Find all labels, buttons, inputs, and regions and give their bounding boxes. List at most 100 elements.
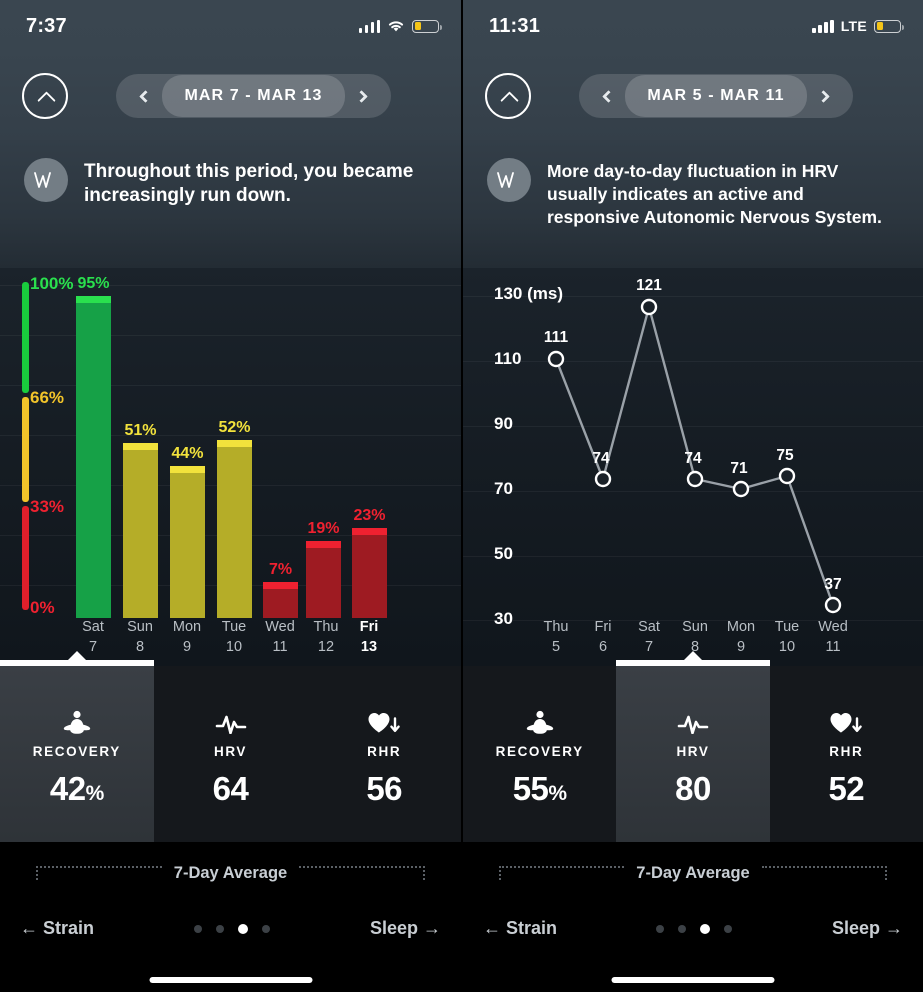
average-label: 7-Day Average — [636, 863, 750, 882]
date-range-label[interactable]: MAR 7 - MAR 13 — [162, 75, 345, 117]
cellular-signal-icon — [812, 19, 834, 33]
page-dot-active[interactable] — [700, 923, 711, 934]
home-indicator[interactable] — [149, 977, 312, 983]
data-point-wed-11 — [824, 596, 842, 614]
hrv-line-chart[interactable]: 130 (ms) 110 90 70 50 30 111 74 121 74 7… — [463, 268, 923, 666]
next-week-button[interactable] — [807, 74, 843, 118]
metric-value: 42% — [50, 770, 104, 808]
bar-value-label: 44% — [171, 445, 204, 462]
metric-value: 56 — [366, 770, 402, 808]
bar-body — [123, 450, 158, 618]
x-label-date: 11 — [825, 638, 841, 655]
point-label-wed-11: 37 — [824, 576, 842, 593]
whoop-mark — [497, 171, 514, 188]
bar-cap — [306, 541, 341, 548]
x-label-day: Tue — [774, 619, 800, 635]
x-label-date: 11 — [272, 638, 288, 655]
page-dot-active[interactable] — [237, 923, 248, 934]
x-label-date: 9 — [182, 638, 192, 655]
bar-tue-10[interactable]: 52% — [217, 419, 252, 618]
x-label-day: Wed — [265, 619, 295, 635]
insight-message: Throughout this period, you became incre… — [84, 161, 414, 206]
metric-tab-recovery[interactable]: RECOVERY 55% — [463, 666, 616, 842]
previous-week-button[interactable] — [126, 74, 162, 118]
x-label-tue-10: Tue 10 — [210, 618, 258, 657]
bar-sun-8[interactable]: 51% — [123, 422, 158, 618]
x-label-date: 10 — [225, 638, 243, 655]
metric-number: 42 — [49, 770, 86, 807]
x-label-date: 13 — [360, 638, 378, 655]
point-label-sat-7: 121 — [636, 277, 662, 294]
page-dot[interactable] — [261, 924, 270, 933]
bar-fri-13[interactable]: 23% — [352, 507, 387, 618]
point-label-fri-6: 74 — [592, 450, 610, 467]
heart-down-icon — [367, 706, 401, 740]
recovery-bar-chart[interactable]: 100% 66% 33% 0% 95% 51% 44% 52% 7% 19% 2… — [0, 268, 461, 666]
strain-link[interactable]: ← Strain — [20, 918, 94, 939]
bar-body — [306, 548, 341, 618]
page-dot[interactable] — [678, 924, 687, 933]
metric-tab-recovery[interactable]: RECOVERY 42% — [0, 660, 154, 842]
page-dot[interactable] — [215, 924, 224, 933]
bar-thu-12[interactable]: 19% — [306, 520, 341, 618]
x-label-mon-9: Mon 9 — [163, 618, 211, 657]
x-label-date: 12 — [317, 638, 335, 655]
selected-tab-indicator — [616, 660, 770, 666]
insight-banner: More day-to-day fluctuation in HRV usual… — [463, 140, 923, 268]
recovery-screen: 7:37 MAR 7 - MAR 13 Throughout this peri… — [0, 0, 461, 992]
metric-tab-hrv[interactable]: HRV 80 — [616, 660, 770, 842]
date-range-label[interactable]: MAR 5 - MAR 11 — [625, 75, 807, 117]
x-label-date: 7 — [644, 638, 654, 655]
chevron-right-icon — [354, 89, 368, 103]
bar-wed-11[interactable]: 7% — [263, 561, 298, 618]
metric-number: 80 — [675, 770, 711, 807]
insight-banner: Throughout this period, you became incre… — [0, 140, 461, 268]
next-week-button[interactable] — [345, 74, 381, 118]
x-label-thu-12: Thu 12 — [302, 618, 350, 657]
x-label-day: Mon — [726, 619, 756, 635]
bar-sat-7[interactable]: 95% — [76, 275, 111, 618]
point-label-mon-9: 71 — [730, 460, 748, 477]
metric-tab-hrv[interactable]: HRV 64 — [154, 666, 308, 842]
metric-tabs: RECOVERY 42% HRV 64 RHR 56 — [0, 660, 461, 842]
selected-tab-indicator — [0, 660, 154, 666]
metric-number: 52 — [828, 770, 865, 807]
x-label-day: Sat — [82, 619, 104, 635]
metric-tab-rhr[interactable]: RHR 52 — [770, 666, 923, 842]
bar-mon-9[interactable]: 44% — [170, 445, 205, 618]
sleep-link[interactable]: Sleep → — [832, 918, 903, 939]
date-navigator: MAR 5 - MAR 11 — [531, 74, 901, 118]
cellular-signal-icon — [358, 19, 380, 33]
page-dot[interactable] — [724, 924, 733, 933]
metric-tab-rhr[interactable]: RHR 56 — [307, 666, 461, 842]
bar-body — [263, 589, 298, 618]
gauge-green-zone — [22, 282, 29, 393]
x-label-day: Mon — [172, 619, 202, 635]
date-pill: MAR 7 - MAR 13 — [116, 74, 391, 118]
collapse-button[interactable] — [22, 73, 68, 119]
divider-line-left — [499, 866, 625, 880]
collapse-button[interactable] — [485, 73, 531, 119]
x-label-day: Fri — [359, 619, 379, 635]
average-divider: 7-Day Average — [0, 842, 461, 904]
x-label-date: 6 — [598, 638, 608, 655]
x-label-wed-11: Wed 11 — [256, 618, 304, 657]
status-time: 11:31 — [489, 14, 541, 37]
status-indicators: LTE — [812, 18, 904, 34]
metric-value: 80 — [675, 770, 711, 808]
y-axis-label-130: 130 (ms) — [494, 284, 563, 303]
bar-value-label: 51% — [124, 422, 157, 439]
page-dot[interactable] — [656, 924, 665, 933]
bar-cap — [123, 443, 158, 450]
x-label-thu-5: Thu 5 — [532, 618, 580, 657]
home-indicator[interactable] — [611, 977, 775, 983]
previous-week-button[interactable] — [589, 74, 625, 118]
page-dot[interactable] — [193, 924, 202, 933]
insight-message: More day-to-day fluctuation in HRV usual… — [547, 161, 882, 227]
y-axis-label-70: 70 — [494, 479, 513, 498]
strain-link[interactable]: ← Strain — [483, 918, 557, 939]
x-label-date: 8 — [135, 638, 145, 655]
metric-label: RHR — [829, 744, 864, 759]
average-label: 7-Day Average — [173, 863, 288, 882]
sleep-link[interactable]: Sleep → — [370, 918, 441, 939]
